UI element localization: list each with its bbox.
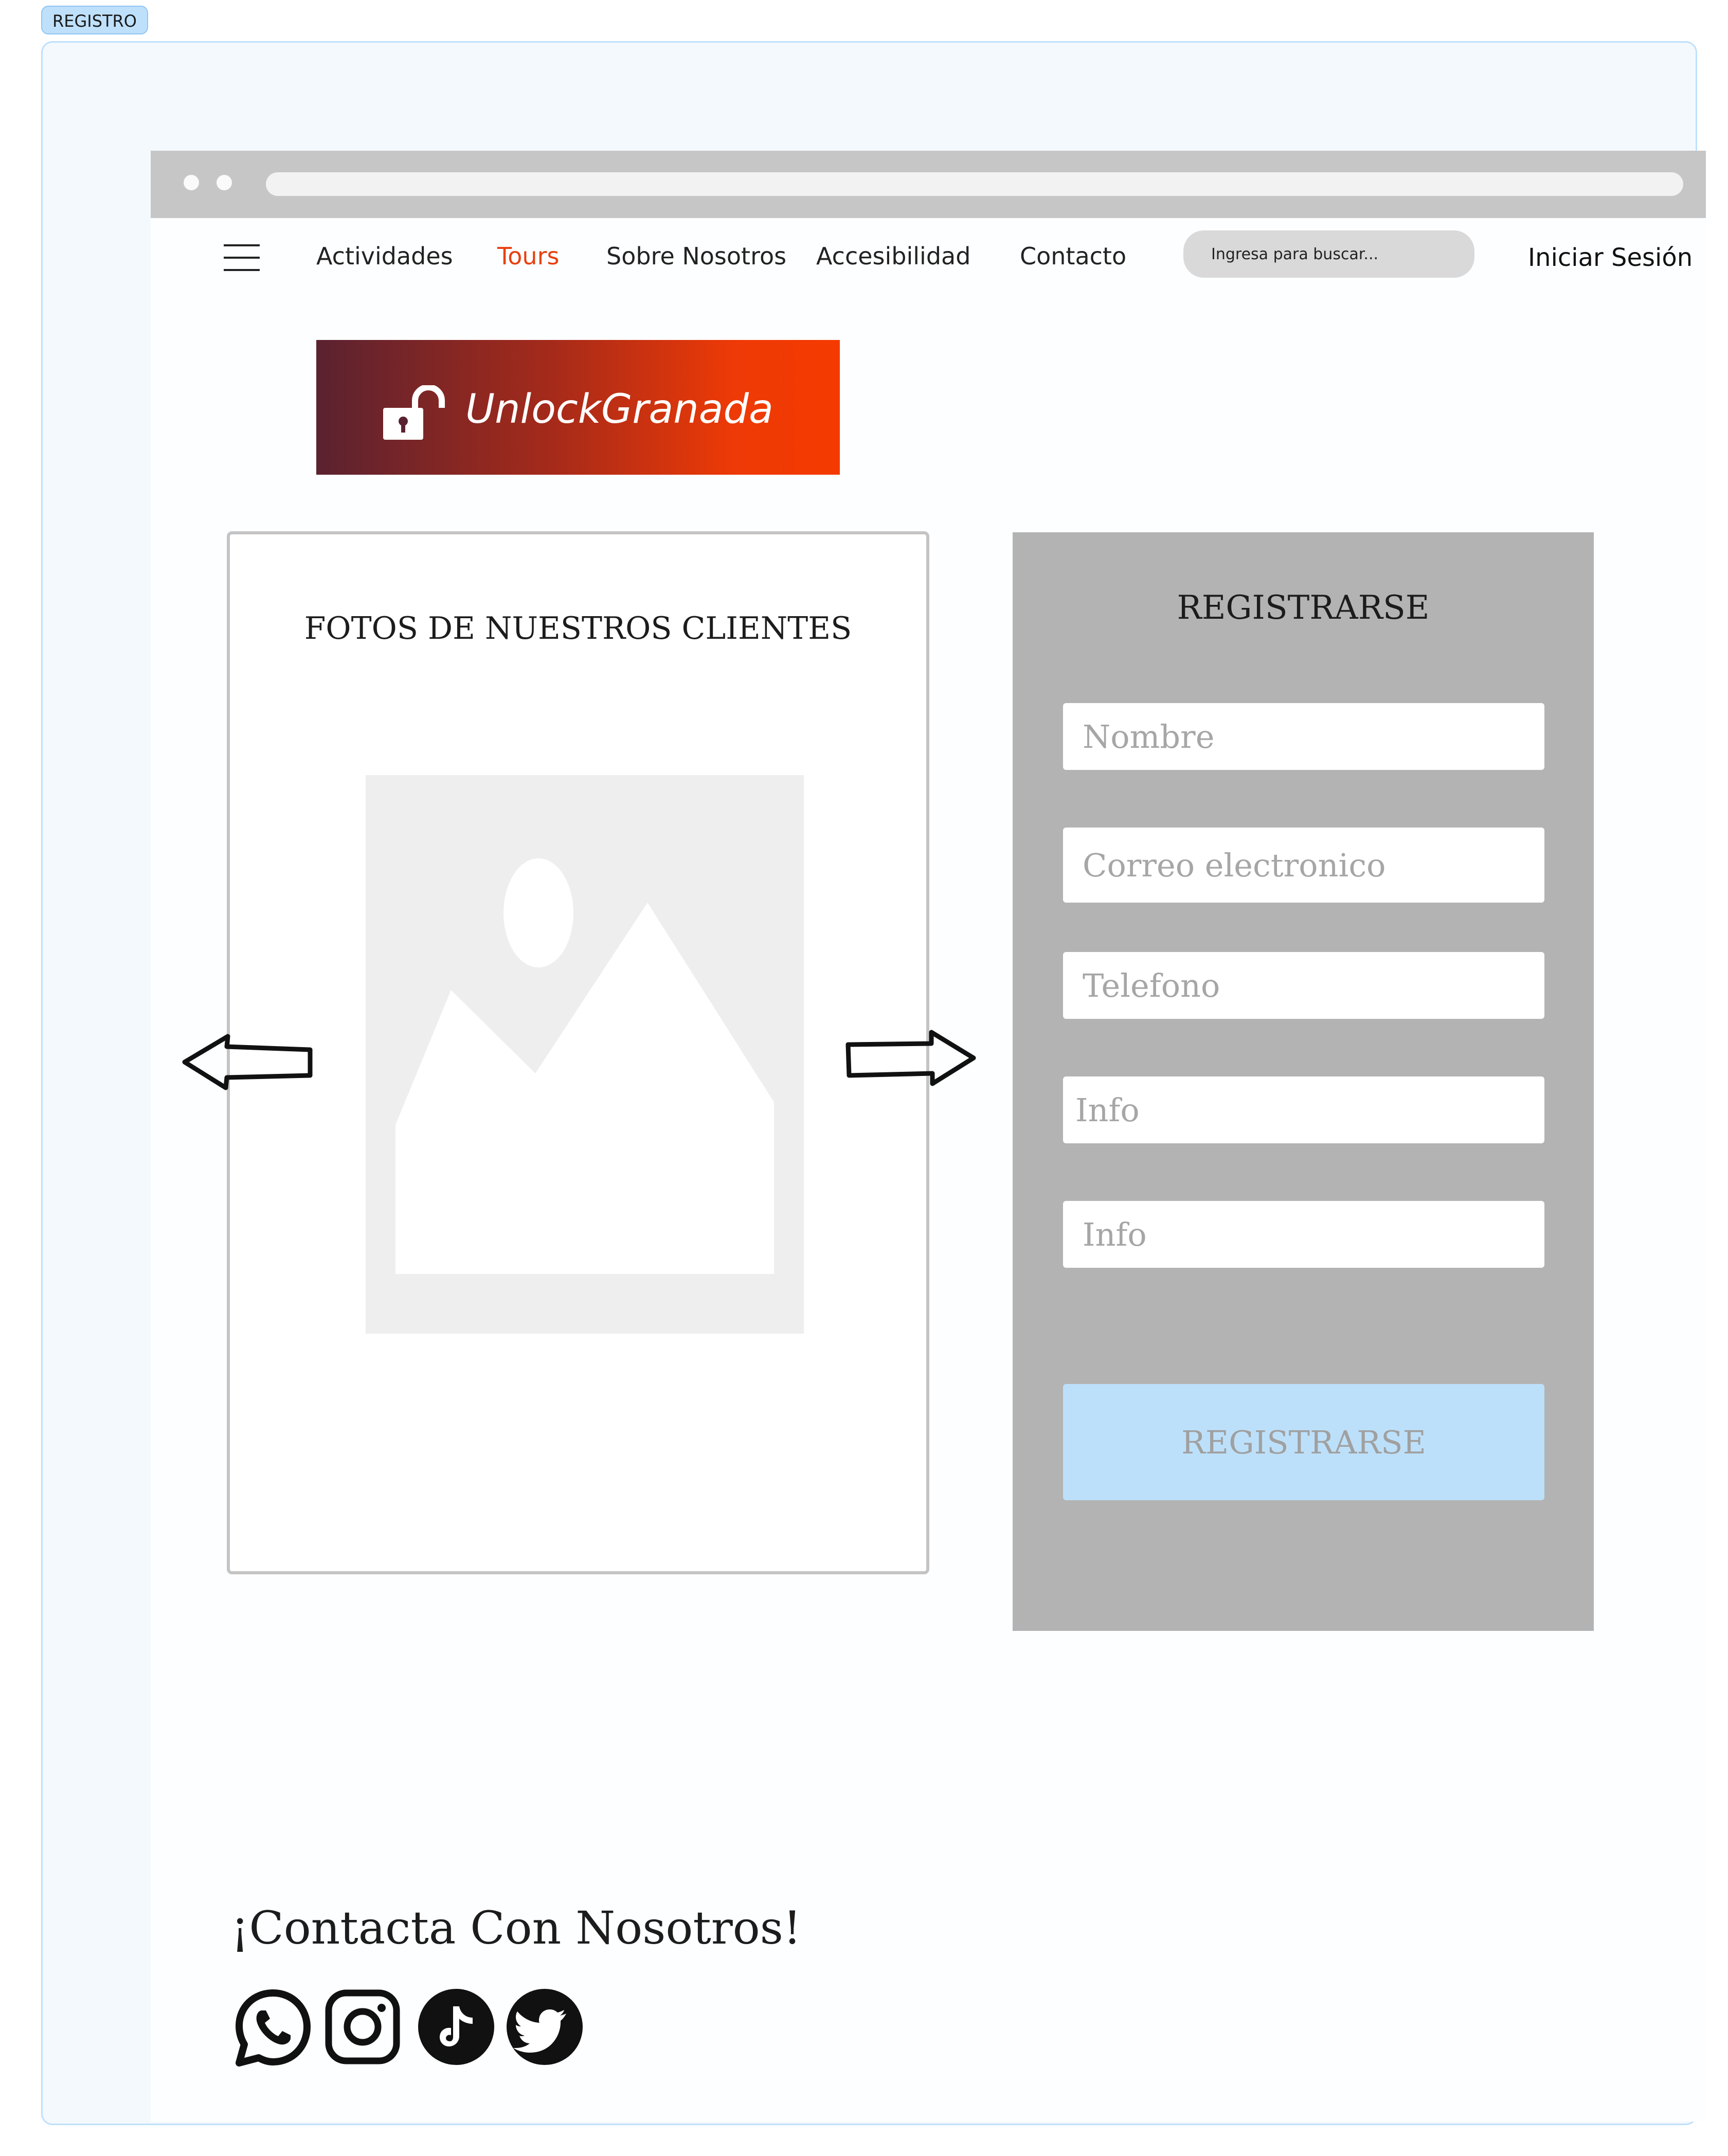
register-button[interactable]: REGISTRARSE <box>1063 1384 1544 1500</box>
phone-field[interactable] <box>1063 952 1544 1019</box>
brand-logo[interactable]: UnlockGranada <box>316 340 840 475</box>
arrow-left-icon[interactable] <box>181 1033 314 1091</box>
arrow-right-icon[interactable] <box>844 1028 979 1088</box>
nav-link-actividades[interactable]: Actividades <box>316 242 453 270</box>
nav-link-tours[interactable]: Tours <box>497 242 559 270</box>
tiktok-icon[interactable] <box>416 1987 496 2067</box>
whatsapp-icon[interactable] <box>233 1987 313 2067</box>
nav-link-sobre-nosotros[interactable]: Sobre Nosotros <box>606 242 786 270</box>
photo-carousel-title: FOTOS DE NUESTROS CLIENTES <box>304 610 852 646</box>
info-field-1[interactable] <box>1063 1076 1544 1143</box>
nav-link-accesibilidad[interactable]: Accesibilidad <box>816 242 970 270</box>
login-link[interactable]: Iniciar Sesión <box>1528 243 1693 272</box>
frame-tag: REGISTRO <box>41 6 148 34</box>
registration-title: REGISTRARSE <box>1177 589 1430 627</box>
instagram-icon[interactable] <box>322 1987 403 2067</box>
info-field-2[interactable] <box>1063 1201 1544 1268</box>
registration-form: REGISTRARSE REGISTRARSE <box>1013 532 1594 1631</box>
photo-carousel: FOTOS DE NUESTROS CLIENTES <box>227 531 929 1574</box>
hamburger-menu-icon[interactable] <box>224 238 260 274</box>
window-dot-icon <box>217 175 232 190</box>
twitter-icon[interactable] <box>505 1987 585 2067</box>
nav-link-contacto[interactable]: Contacto <box>1020 242 1126 270</box>
unlock-icon <box>383 385 445 440</box>
address-bar[interactable] <box>266 172 1683 196</box>
window-dot-icon <box>184 175 199 190</box>
artboard-frame: Actividades Tours Sobre Nosotros Accesib… <box>41 41 1706 2125</box>
browser-titlebar <box>151 151 1706 218</box>
image-placeholder-icon <box>366 775 804 1334</box>
search-input[interactable] <box>1183 230 1474 278</box>
name-field[interactable] <box>1063 703 1544 770</box>
contact-title: ¡Contacta Con Nosotros! <box>231 1901 802 1954</box>
email-field[interactable] <box>1063 828 1544 903</box>
browser-window: Actividades Tours Sobre Nosotros Accesib… <box>151 151 1706 2122</box>
brand-name: UnlockGranada <box>465 386 773 433</box>
